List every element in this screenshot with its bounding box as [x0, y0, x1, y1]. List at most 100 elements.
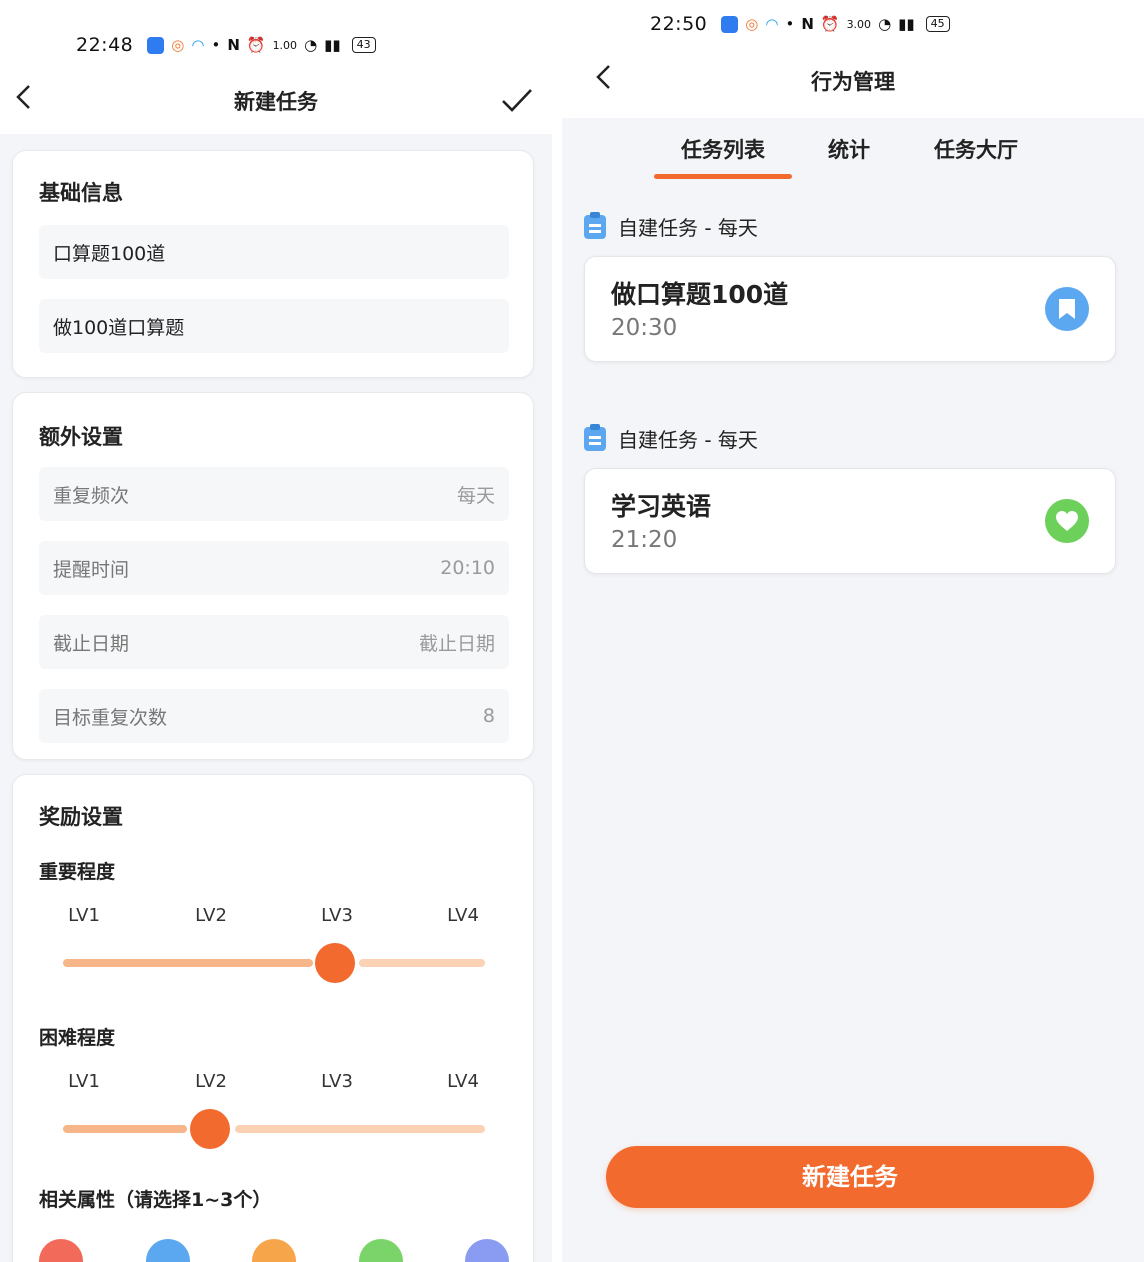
- new-task-screen: 22:48 ◎ ◠ • N ⏰ 1.00 ◔ ▮▮ 43 新建任务 基础信息 口…: [0, 0, 552, 1262]
- wifi-icon: ◔: [878, 15, 892, 33]
- deadline-label: 截止日期: [53, 632, 130, 655]
- app-notif-icon-2: ◎: [171, 36, 185, 54]
- repeat-frequency-value: 每天: [456, 484, 495, 507]
- reward-settings-title: 奖励设置: [39, 805, 123, 829]
- importance-track-fill: [63, 959, 313, 967]
- extra-settings-card: 额外设置 重复频次 每天 提醒时间 20:10 截止日期 截止日期 目标重复次数…: [12, 392, 534, 760]
- signal-icon: ▮▮: [898, 15, 915, 33]
- net-speed: 3.00: [846, 17, 872, 31]
- dot-icon: •: [785, 15, 795, 33]
- difficulty-lv3: LV3: [321, 1071, 353, 1092]
- section-label-1: 自建任务 - 每天: [584, 211, 758, 241]
- importance-lv1: LV1: [68, 905, 100, 926]
- app-notif-icon-2: ◎: [745, 15, 759, 33]
- task-name-value: 口算题100道: [53, 242, 166, 265]
- app-notif-icon-3: ◠: [765, 15, 779, 33]
- battery-icon: 45: [925, 16, 950, 32]
- importance-lv3: LV3: [321, 905, 353, 926]
- right-status-bar: 22:50 ◎ ◠ • N ⏰ 3.00 ◔ ▮▮ 45: [650, 4, 1144, 44]
- difficulty-levels: LV1 LV2 LV3 LV4: [39, 1071, 509, 1095]
- right-header: 22:50 ◎ ◠ • N ⏰ 3.00 ◔ ▮▮ 45 行为管理: [562, 0, 1144, 118]
- extra-settings-title: 额外设置: [39, 425, 123, 449]
- section-label-2: 自建任务 - 每天: [584, 423, 758, 453]
- target-repeat-value: 8: [482, 705, 495, 727]
- page-title: 新建任务: [234, 90, 318, 114]
- clipboard-icon: [584, 211, 606, 239]
- difficulty-lv1: LV1: [68, 1071, 100, 1092]
- new-task-button[interactable]: 新建任务: [606, 1146, 1094, 1208]
- importance-lv2: LV2: [195, 905, 227, 926]
- difficulty-lv4: LV4: [447, 1071, 479, 1092]
- tab-task-list[interactable]: 任务列表: [681, 134, 765, 164]
- reminder-time-label: 提醒时间: [53, 558, 130, 581]
- attr-green-icon[interactable]: [359, 1239, 403, 1262]
- task-desc-value: 做100道口算题: [53, 316, 185, 339]
- status-time: 22:48: [76, 34, 134, 56]
- deadline-value: 截止日期: [418, 632, 495, 655]
- task-name: 做口算题100道: [611, 280, 789, 309]
- task-card[interactable]: 做口算题100道 20:30: [584, 256, 1116, 362]
- wifi-icon: ◔: [304, 36, 318, 54]
- net-speed: 1.00: [272, 38, 298, 52]
- difficulty-track-fill: [63, 1125, 187, 1133]
- importance-label: 重要程度: [39, 861, 116, 883]
- left-header: 22:48 ◎ ◠ • N ⏰ 1.00 ◔ ▮▮ 43 新建任务: [0, 0, 552, 134]
- heart-icon: [1045, 499, 1089, 543]
- difficulty-lv2: LV2: [195, 1071, 227, 1092]
- section-label-text: 自建任务 - 每天: [618, 428, 758, 452]
- signal-icon: ▮▮: [324, 36, 341, 54]
- difficulty-label: 困难程度: [39, 1027, 116, 1049]
- repeat-frequency-row[interactable]: 重复频次 每天: [39, 467, 509, 521]
- difficulty-track-rest: [235, 1125, 485, 1133]
- dot-icon: •: [211, 36, 221, 54]
- battery-icon: 43: [351, 37, 376, 53]
- tab-bar: 任务列表 统计 任务大厅: [562, 118, 1144, 182]
- alarm-icon: ⏰: [246, 36, 266, 54]
- app-notif-icon: [147, 36, 165, 54]
- section-label-text: 自建任务 - 每天: [618, 216, 758, 240]
- app-notif-icon-3: ◠: [191, 36, 205, 54]
- basic-info-title: 基础信息: [39, 181, 123, 205]
- attr-blue-icon[interactable]: [146, 1239, 190, 1262]
- deadline-row[interactable]: 截止日期 截止日期: [39, 615, 509, 669]
- bookmark-icon: [1045, 287, 1089, 331]
- attribute-icons-row: [39, 1239, 509, 1262]
- status-icons: ◎ ◠ • N ⏰ 1.00 ◔ ▮▮ 43: [147, 36, 376, 54]
- reminder-time-row[interactable]: 提醒时间 20:10: [39, 541, 509, 595]
- attr-purple-icon[interactable]: [465, 1239, 509, 1262]
- tab-task-hall[interactable]: 任务大厅: [934, 134, 1018, 164]
- nfc-icon: N: [801, 15, 814, 33]
- task-name-input[interactable]: 口算题100道: [39, 225, 509, 279]
- app-notif-icon: [721, 15, 739, 33]
- active-tab-indicator: [654, 174, 792, 179]
- reward-settings-card: 奖励设置 重要程度 LV1 LV2 LV3 LV4 困难程度 LV1 LV2 L…: [12, 774, 534, 1262]
- check-icon: [502, 89, 532, 112]
- target-repeat-label: 目标重复次数: [53, 706, 168, 729]
- status-icons: ◎ ◠ • N ⏰ 3.00 ◔ ▮▮ 45: [721, 15, 950, 33]
- behavior-management-screen: 22:50 ◎ ◠ • N ⏰ 3.00 ◔ ▮▮ 45 行为管理 任务列表 统…: [562, 0, 1144, 1262]
- basic-info-card: 基础信息 口算题100道 做100道口算题: [12, 150, 534, 378]
- attr-orange-icon[interactable]: [252, 1239, 296, 1262]
- status-time: 22:50: [650, 13, 708, 35]
- repeat-frequency-label: 重复频次: [53, 484, 130, 507]
- difficulty-slider-thumb[interactable]: [190, 1109, 230, 1149]
- alarm-icon: ⏰: [820, 15, 840, 33]
- importance-lv4: LV4: [447, 905, 479, 926]
- nfc-icon: N: [227, 36, 240, 54]
- importance-slider-thumb[interactable]: [315, 943, 355, 983]
- target-repeat-row[interactable]: 目标重复次数 8: [39, 689, 509, 743]
- tab-statistics[interactable]: 统计: [828, 134, 870, 164]
- task-name: 学习英语: [611, 492, 712, 521]
- attr-red-icon[interactable]: [39, 1239, 83, 1262]
- task-time: 20:30: [611, 315, 678, 341]
- task-card[interactable]: 学习英语 21:20: [584, 468, 1116, 574]
- importance-track-rest: [359, 959, 485, 967]
- left-status-bar: 22:48 ◎ ◠ • N ⏰ 1.00 ◔ ▮▮ 43: [76, 25, 552, 65]
- clipboard-icon: [584, 423, 606, 451]
- page-title: 行为管理: [811, 70, 895, 94]
- task-time: 21:20: [611, 527, 678, 553]
- confirm-button[interactable]: [500, 86, 534, 118]
- task-desc-input[interactable]: 做100道口算题: [39, 299, 509, 353]
- reminder-time-value: 20:10: [440, 557, 495, 579]
- attributes-label: 相关属性（请选择1~3个）: [39, 1189, 272, 1211]
